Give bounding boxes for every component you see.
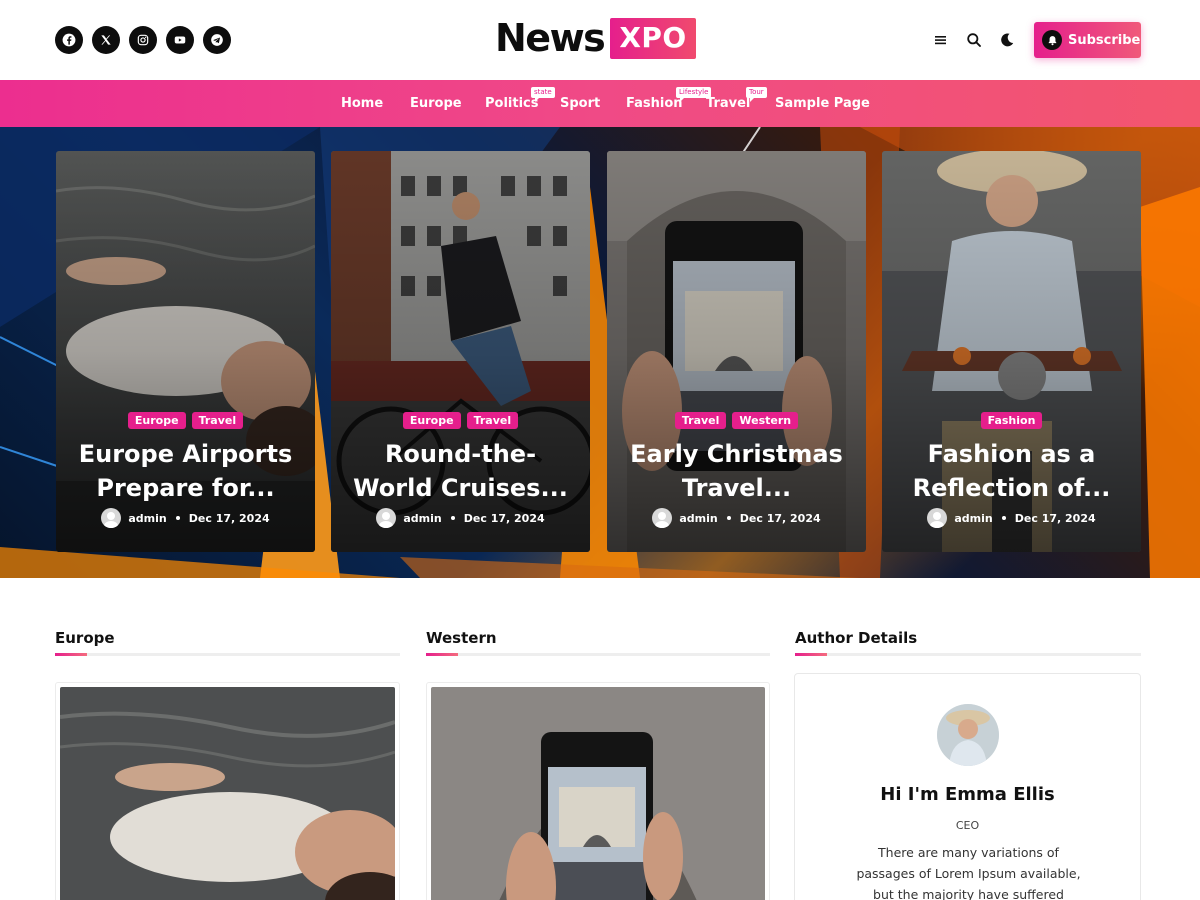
section-title-author-details: Author Details — [795, 629, 918, 647]
author-details-box: Hi I'm Emma Ellis CEO There are many var… — [794, 673, 1141, 900]
post-meta: admin Dec 17, 2024 — [882, 508, 1141, 528]
western-post-card[interactable] — [426, 682, 770, 900]
category-badges: Fashion — [882, 412, 1141, 429]
meta-separator — [1001, 516, 1006, 520]
subscribe-label: Subscribe — [1068, 32, 1141, 48]
hero-card-title[interactable]: Fashion as a Reflection of... — [892, 437, 1131, 505]
nav-item-sport[interactable]: Sport — [560, 96, 600, 111]
section-title-western: Western — [426, 629, 497, 647]
post-meta: admin Dec 17, 2024 — [607, 508, 866, 528]
hero-card[interactable]: Europe Travel Round-the- World Cruises..… — [331, 151, 590, 552]
author-avatar[interactable] — [937, 704, 999, 766]
facebook-icon[interactable] — [55, 26, 83, 54]
post-date: Dec 17, 2024 — [463, 511, 545, 525]
author-bio: There are many variations of passages of… — [855, 842, 1082, 900]
social-links — [55, 26, 231, 54]
site-logo[interactable]: News XPO — [495, 16, 696, 60]
nav-item-europe[interactable]: Europe — [410, 96, 462, 111]
hero-card-title[interactable]: Round-the- World Cruises... — [341, 437, 580, 505]
post-meta: admin Dec 17, 2024 — [331, 508, 590, 528]
divider-accent — [795, 653, 827, 656]
search-icon[interactable] — [965, 30, 983, 50]
author-role: CEO — [955, 819, 980, 832]
hero-card-title[interactable]: Europe Airports Prepare for... — [66, 437, 305, 505]
telegram-icon[interactable] — [203, 26, 231, 54]
bio-line: passages of Lorem Ipsum available, — [856, 866, 1081, 881]
author-name[interactable]: admin — [128, 512, 166, 525]
title-line: Prepare for... — [96, 474, 275, 502]
main-navigation: Home Europe Politics state Sport Fashion… — [0, 80, 1200, 127]
author-name[interactable]: admin — [954, 512, 992, 525]
hero-card[interactable]: Fashion Fashion as a Reflection of... ad… — [882, 151, 1141, 552]
nav-tag-state: state — [531, 87, 555, 102]
post-image-woman-in-water — [60, 687, 395, 900]
category-badge[interactable]: Western — [732, 412, 799, 429]
category-badge[interactable]: Europe — [127, 412, 186, 429]
subscribe-button[interactable]: Subscribe — [1034, 22, 1141, 58]
post-date: Dec 17, 2024 — [188, 511, 270, 525]
header-actions — [932, 30, 1016, 50]
title-line: Early Christmas — [630, 440, 843, 468]
section-divider — [795, 653, 1141, 656]
site-header: News XPO Subscribe — [0, 0, 1200, 80]
nav-item-politics[interactable]: Politics — [485, 96, 539, 111]
post-thumbnail[interactable] — [60, 687, 395, 900]
title-line: Europe Airports — [78, 440, 293, 468]
category-badge[interactable]: Travel — [674, 412, 727, 429]
post-image-phone-arc-de-triomphe — [431, 687, 765, 900]
youtube-icon[interactable] — [166, 26, 194, 54]
author-avatar-icon — [376, 508, 397, 528]
section-title-europe: Europe — [55, 629, 115, 647]
hero-slider: Europe Travel Europe Airports Prepare fo… — [0, 127, 1200, 578]
dark-mode-moon-icon[interactable] — [998, 30, 1016, 50]
post-date: Dec 17, 2024 — [1014, 511, 1096, 525]
title-line: World Cruises... — [353, 474, 568, 502]
bio-line: but the majority have suffered — [873, 887, 1064, 900]
section-divider — [55, 653, 400, 656]
post-meta: admin Dec 17, 2024 — [56, 508, 315, 528]
europe-post-card[interactable] — [55, 682, 400, 900]
meta-separator — [175, 516, 180, 520]
meta-separator — [450, 516, 455, 520]
author-photo — [937, 704, 999, 766]
nav-item-travel[interactable]: Travel — [706, 96, 750, 111]
divider-accent — [426, 653, 458, 656]
logo-wordmark: News — [495, 16, 606, 60]
hero-card[interactable]: Europe Travel Europe Airports Prepare fo… — [56, 151, 315, 552]
logo-badge: XPO — [610, 17, 696, 59]
section-divider — [426, 653, 770, 656]
author-avatar-icon — [101, 508, 122, 528]
bio-line: There are many variations of — [878, 845, 1059, 860]
hamburger-menu-icon[interactable] — [932, 30, 950, 50]
nav-tag-tour: Tour — [746, 87, 767, 102]
category-badges: Europe Travel — [56, 412, 315, 429]
nav-item-home[interactable]: Home — [341, 96, 383, 111]
nav-item-fashion[interactable]: Fashion — [626, 96, 683, 111]
category-badge[interactable]: Fashion — [980, 412, 1043, 429]
bell-icon — [1042, 30, 1062, 50]
author-heading: Hi I'm Emma Ellis — [880, 784, 1055, 805]
category-badge[interactable]: Travel — [191, 412, 244, 429]
category-badge[interactable]: Europe — [402, 412, 461, 429]
title-line: Reflection of... — [912, 474, 1111, 502]
title-line: Round-the- — [384, 440, 537, 468]
author-name[interactable]: admin — [403, 512, 441, 525]
author-avatar-icon — [927, 508, 948, 528]
post-date: Dec 17, 2024 — [739, 511, 821, 525]
title-line: Travel... — [681, 474, 792, 502]
meta-separator — [726, 516, 731, 520]
title-line: Fashion as a — [927, 440, 1096, 468]
category-badges: Travel Western — [607, 412, 866, 429]
category-badge[interactable]: Travel — [466, 412, 519, 429]
post-thumbnail[interactable] — [431, 687, 765, 900]
nav-item-sample-page[interactable]: Sample Page — [775, 96, 870, 111]
author-avatar-icon — [652, 508, 673, 528]
x-twitter-icon[interactable] — [92, 26, 120, 54]
category-badges: Europe Travel — [331, 412, 590, 429]
hero-card-title[interactable]: Early Christmas Travel... — [617, 437, 856, 505]
hero-card[interactable]: Travel Western Early Christmas Travel...… — [607, 151, 866, 552]
author-name[interactable]: admin — [679, 512, 717, 525]
divider-accent — [55, 653, 87, 656]
instagram-icon[interactable] — [129, 26, 157, 54]
